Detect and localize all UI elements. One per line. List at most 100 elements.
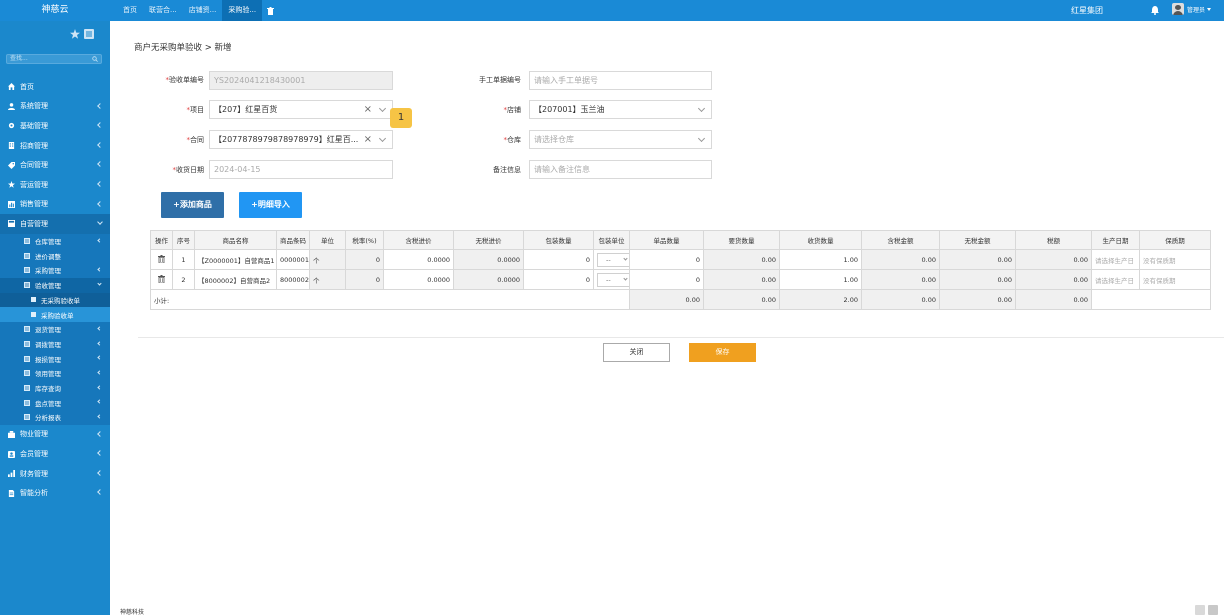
trash-icon[interactable]: [158, 274, 165, 283]
sidebar-item-label: 合同管理: [20, 161, 48, 170]
warehouse-select[interactable]: 请选择仓库: [529, 130, 712, 149]
main-content: 商户无采购单验收 > 新增 *验收单编号 YS2024041218430001 …: [110, 21, 1224, 615]
clear-icon[interactable]: ×: [364, 131, 372, 148]
chevron-left-icon: [97, 430, 103, 437]
sidebar-item-price-adjust[interactable]: 进价调整: [0, 248, 110, 263]
cell-tax-amt: 0.00: [1015, 249, 1092, 270]
project-select[interactable]: 【207】红星百货 ×: [209, 100, 393, 119]
sidebar-item-property[interactable]: 物业管理: [0, 425, 110, 445]
doc-icon: [8, 489, 15, 497]
cell-price-tax[interactable]: 0.0000: [383, 249, 454, 270]
sidebar-item-return[interactable]: 退货管理: [0, 322, 110, 337]
tab-home[interactable]: 首页: [117, 0, 143, 21]
sidebar-item-label: 自营管理: [20, 219, 48, 228]
store-select[interactable]: 【207001】玉兰油: [529, 100, 712, 119]
sidebar-item-stocktake[interactable]: 盘点管理: [0, 395, 110, 410]
sidebar-item-sales[interactable]: 销售管理: [0, 195, 110, 215]
manual-no-input[interactable]: 请输入手工单据号: [529, 71, 712, 90]
sidebar-search-input[interactable]: 查找...: [6, 54, 102, 64]
sidebar-item-inventory[interactable]: 库存查询: [0, 381, 110, 396]
fullscreen-icon[interactable]: [1195, 605, 1205, 615]
contract-select[interactable]: 【2077878979878978979】红星百... ×: [209, 130, 393, 149]
sidebar-item-basic[interactable]: 基础管理: [0, 116, 110, 136]
sidebar-item-member[interactable]: 会员管理: [0, 444, 110, 464]
sidebar-nav: 首页 系统管理 基础管理 招商管理 合同管理 营运管理 销售管理 自营管理 仓库…: [0, 77, 110, 503]
sidebar-item-analysis[interactable]: 智能分析: [0, 483, 110, 503]
col-single-qty: 单品数量: [629, 230, 704, 250]
chevron-left-icon: [97, 370, 102, 375]
cell-shelf-life[interactable]: 没有保质期: [1139, 249, 1211, 270]
tab-purchase-receipt[interactable]: 采购验...: [222, 0, 263, 24]
sidebar-item-contract[interactable]: 合同管理: [0, 155, 110, 175]
pkg-unit-value: --: [606, 255, 611, 264]
bell-icon[interactable]: [1150, 5, 1160, 15]
sidebar-item-system[interactable]: 系统管理: [0, 97, 110, 117]
list-icon[interactable]: [84, 29, 94, 41]
remark-input[interactable]: 请输入备注信息: [529, 160, 712, 179]
col-name: 商品名称: [194, 230, 277, 250]
trash-icon[interactable]: [158, 254, 165, 263]
cell-recv-qty[interactable]: 1.00: [779, 249, 862, 270]
sidebar-item-home[interactable]: 首页: [0, 77, 110, 97]
tab-store-info[interactable]: 店铺资...: [183, 0, 223, 21]
sidebar-item-self-operated[interactable]: 自营管理: [0, 214, 110, 234]
chevron-left-icon: [97, 141, 103, 148]
sidebar-item-reports[interactable]: 分析报表: [0, 410, 110, 425]
cell-price-tax[interactable]: 0.0000: [383, 269, 454, 290]
sidebar-item-finance[interactable]: 财务管理: [0, 464, 110, 484]
cell-unit: 个: [309, 249, 346, 270]
cell-single-qty[interactable]: 0: [629, 249, 704, 270]
org-name[interactable]: 红星集团: [1071, 0, 1103, 21]
clear-icon[interactable]: ×: [364, 101, 372, 118]
add-goods-button[interactable]: +添加商品: [161, 192, 224, 218]
project-label: *项目: [186, 106, 205, 114]
sidebar-item-leasing[interactable]: 招商管理: [0, 136, 110, 156]
sidebar-item-receipt[interactable]: 验收管理: [0, 277, 110, 293]
col-pkg-qty: 包装数量: [523, 230, 594, 250]
cell-pkg-qty[interactable]: 0: [523, 249, 594, 270]
pkg-unit-select[interactable]: --: [597, 252, 629, 267]
import-detail-button[interactable]: +明细导入: [239, 192, 302, 218]
chevron-down-icon: [97, 219, 103, 225]
chevron-down-icon: [1207, 7, 1212, 11]
sidebar-item-no-po-receipt[interactable]: 无采购验收单: [0, 293, 110, 308]
sidebar-item-po-receipt[interactable]: 采购验收单: [0, 307, 110, 322]
close-button[interactable]: 关闭: [603, 343, 670, 362]
pkg-unit-select[interactable]: --: [597, 272, 629, 287]
sidebar-item-label: 智能分析: [20, 489, 48, 498]
cell-req-qty: 0.00: [703, 269, 780, 290]
chevron-down-icon[interactable]: [378, 134, 387, 143]
sidebar-item-warehouse[interactable]: 仓库管理: [0, 234, 110, 249]
scroll-top-icon[interactable]: [1208, 605, 1218, 615]
tab-joint-contract[interactable]: 联营合...: [143, 0, 183, 21]
sidebar-item-requisition[interactable]: 领用管理: [0, 366, 110, 381]
date-input[interactable]: 2024-04-15: [209, 160, 393, 179]
chevron-down-icon[interactable]: [378, 104, 387, 113]
sidebar-item-transfer[interactable]: 调拨管理: [0, 337, 110, 352]
chevron-down-icon[interactable]: [697, 104, 706, 113]
store-value: 【207001】玉兰油: [534, 105, 605, 114]
row-action: [150, 269, 173, 290]
cell-req-qty: 0.00: [703, 249, 780, 270]
star-icon[interactable]: [70, 29, 80, 41]
sidebar-item-loss[interactable]: 报损管理: [0, 351, 110, 366]
building2-icon: [8, 430, 15, 438]
sidebar-item-operation[interactable]: 营运管理: [0, 175, 110, 195]
user-menu[interactable]: 管理员: [1172, 3, 1212, 15]
sidebar-item-purchase[interactable]: 采购管理: [0, 263, 110, 278]
cell-pkg-qty[interactable]: 0: [523, 269, 594, 290]
table-row: 2 【8000002】自营商品2 8000002 个 0 0.0000 0.00…: [150, 269, 1211, 290]
tag-icon: [8, 161, 15, 169]
cell-prod-date[interactable]: 请选择生产日: [1091, 269, 1140, 290]
user-icon: [8, 103, 15, 110]
cell-single-qty[interactable]: 0: [629, 269, 704, 290]
chevron-down-icon[interactable]: [697, 134, 706, 143]
cell-shelf-life[interactable]: 没有保质期: [1139, 269, 1211, 290]
cell-recv-qty[interactable]: 1.00: [779, 269, 862, 290]
cell-prod-date[interactable]: 请选择生产日: [1091, 249, 1140, 270]
subtotal-req-qty: 0.00: [703, 289, 780, 310]
finance-icon: [8, 470, 15, 478]
save-button[interactable]: 保存: [689, 343, 756, 362]
close-tabs-icon[interactable]: [264, 0, 276, 21]
corner-tools: [1195, 605, 1218, 615]
